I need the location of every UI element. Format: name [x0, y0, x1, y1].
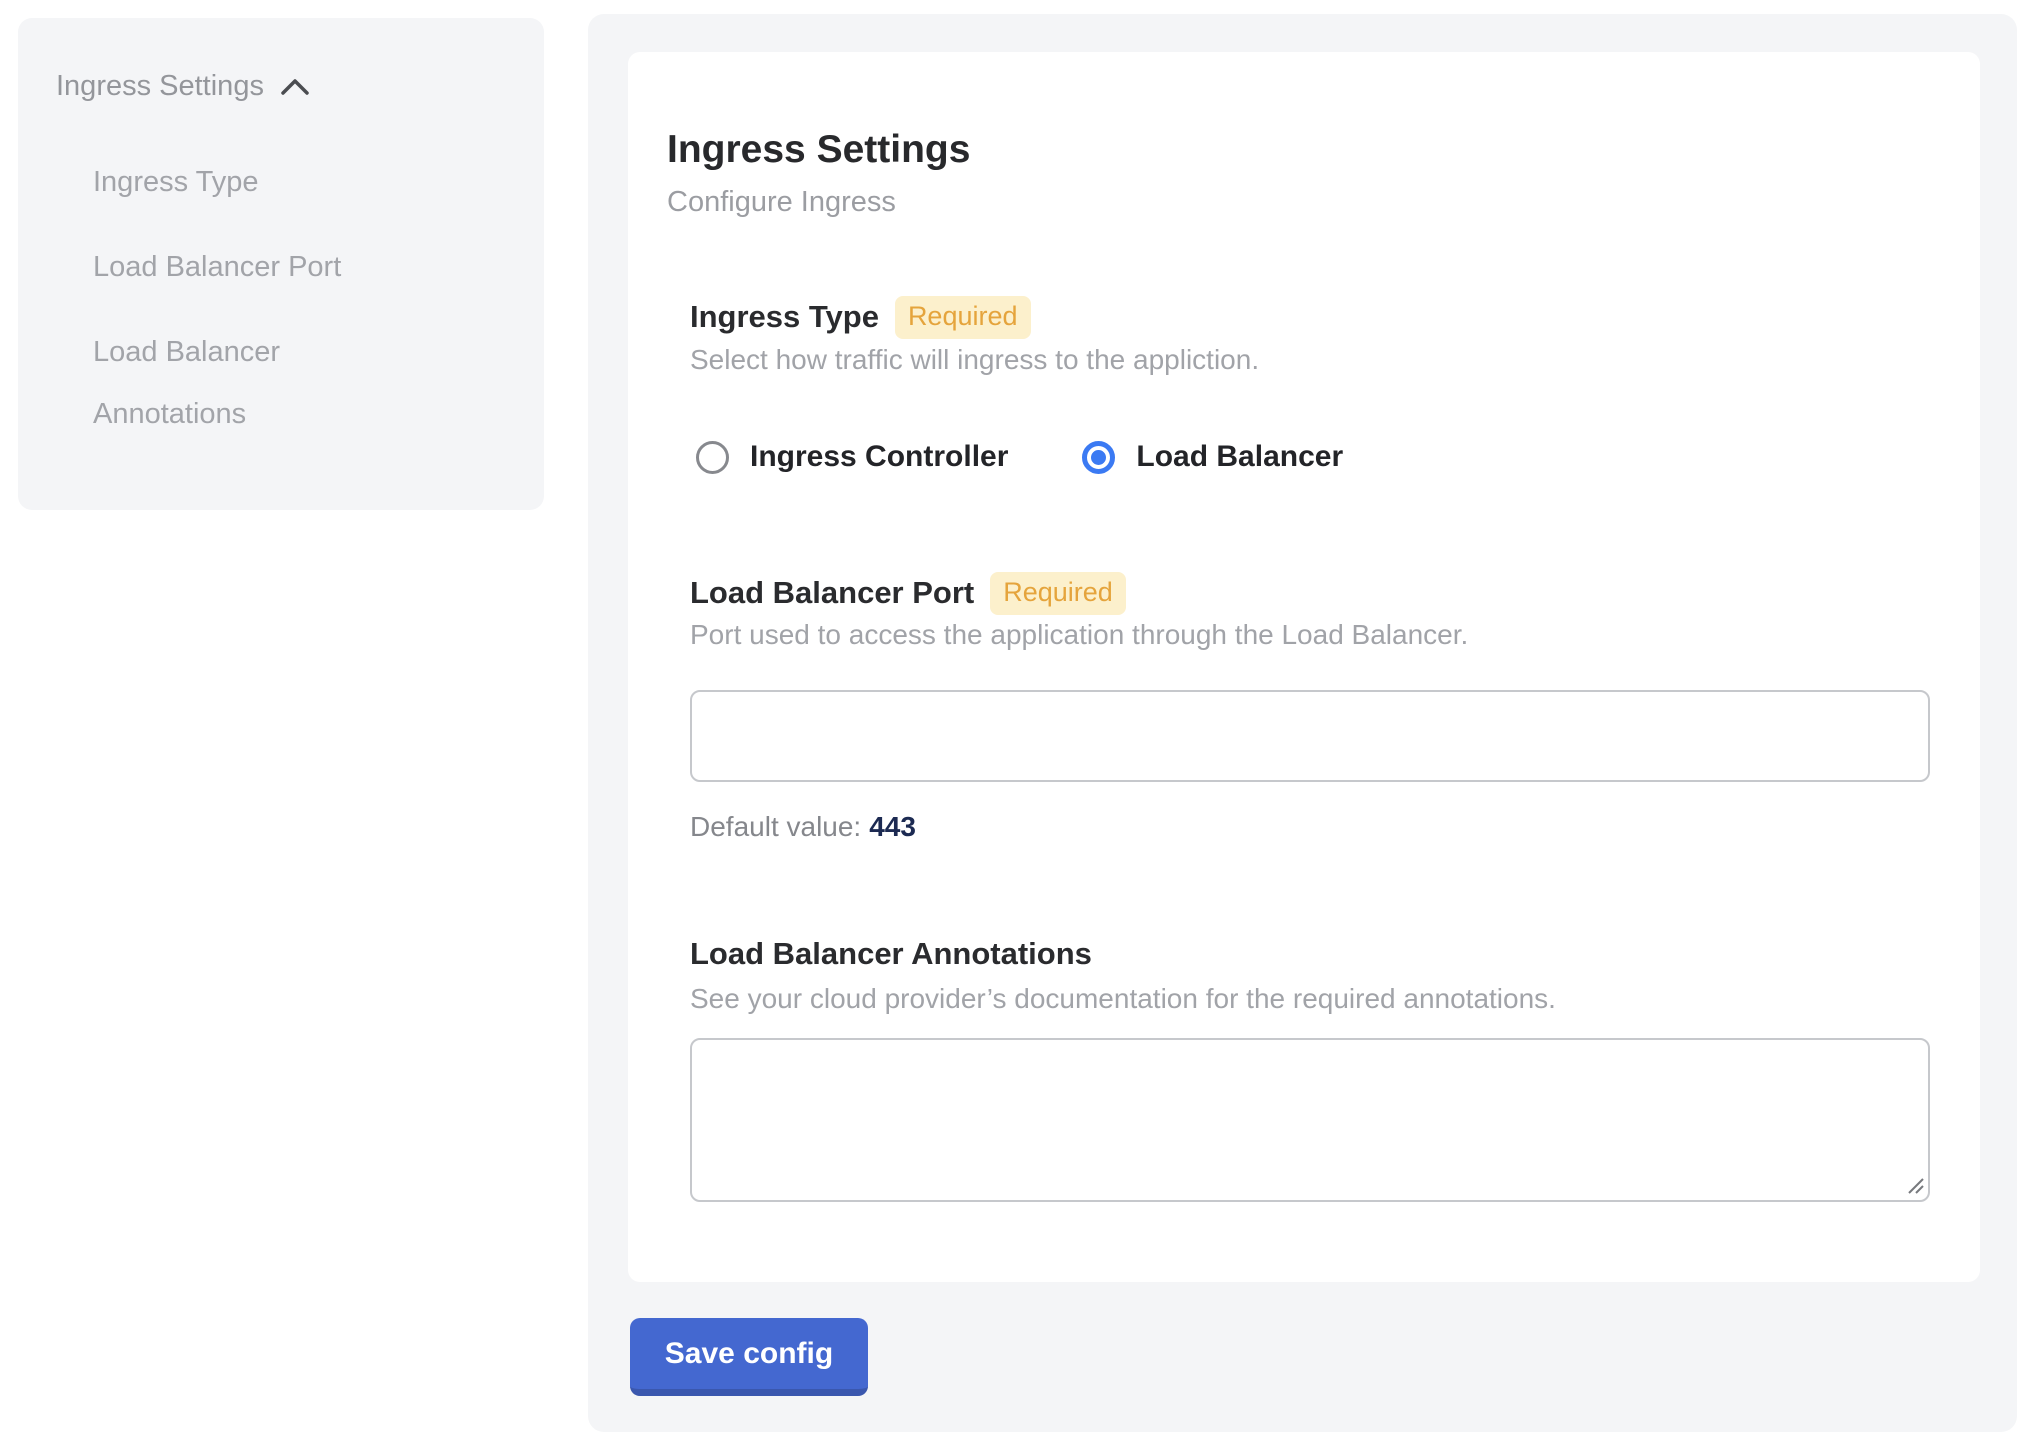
load-balancer-port-input[interactable] [690, 690, 1930, 782]
save-config-button[interactable]: Save config [630, 1318, 868, 1396]
ingress-type-section-heading: Ingress Type Required [690, 296, 1031, 339]
default-value-label: Default value: [690, 811, 861, 842]
default-value-line: Default value: 443 [690, 811, 916, 843]
settings-sidebar: Ingress Settings Ingress Type Load Balan… [18, 18, 544, 510]
load-balancer-port-description: Port used to access the application thro… [690, 619, 1468, 651]
sidebar-item-list: Ingress Type Load Balancer Port Load Bal… [93, 151, 514, 445]
sidebar-group-label: Ingress Settings [56, 70, 264, 103]
load-balancer-annotations-heading-text: Load Balancer Annotations [690, 936, 1092, 972]
sidebar-item-load-balancer-annotations[interactable]: Load Balancer Annotations [93, 321, 423, 445]
ingress-type-radio-group: Ingress Controller Load Balancer [696, 440, 1417, 474]
load-balancer-port-heading-text: Load Balancer Port [690, 575, 974, 611]
page-subtitle: Configure Ingress [667, 186, 896, 219]
ingress-type-heading-text: Ingress Type [690, 299, 879, 335]
load-balancer-port-section-heading: Load Balancer Port Required [690, 572, 1126, 615]
radio-selected-icon[interactable] [1082, 441, 1115, 474]
radio-label-load-balancer: Load Balancer [1136, 440, 1343, 474]
required-badge: Required [895, 296, 1031, 339]
page-title: Ingress Settings [667, 128, 970, 172]
sidebar-group-ingress-settings[interactable]: Ingress Settings [56, 70, 514, 103]
resize-handle-icon[interactable] [1903, 1173, 1925, 1195]
sidebar-item-ingress-type[interactable]: Ingress Type [93, 151, 423, 213]
chevron-up-icon[interactable] [280, 77, 310, 97]
load-balancer-annotations-field [690, 1038, 1930, 1202]
load-balancer-annotations-description: See your cloud provider’s documentation … [690, 983, 1556, 1015]
default-value-number: 443 [869, 811, 916, 842]
radio-unselected-icon[interactable] [696, 441, 729, 474]
required-badge: Required [990, 572, 1126, 615]
ingress-type-description: Select how traffic will ingress to the a… [690, 344, 1259, 376]
radio-option-ingress-controller[interactable]: Ingress Controller [696, 440, 1008, 474]
load-balancer-annotations-section-heading: Load Balancer Annotations [690, 936, 1092, 972]
load-balancer-annotations-textarea[interactable] [690, 1038, 1930, 1202]
radio-option-load-balancer[interactable]: Load Balancer [1082, 440, 1343, 474]
radio-label-ingress-controller: Ingress Controller [750, 440, 1008, 474]
sidebar-item-load-balancer-port[interactable]: Load Balancer Port [93, 236, 423, 298]
ingress-settings-card: Ingress Settings Configure Ingress Ingre… [628, 52, 1980, 1282]
